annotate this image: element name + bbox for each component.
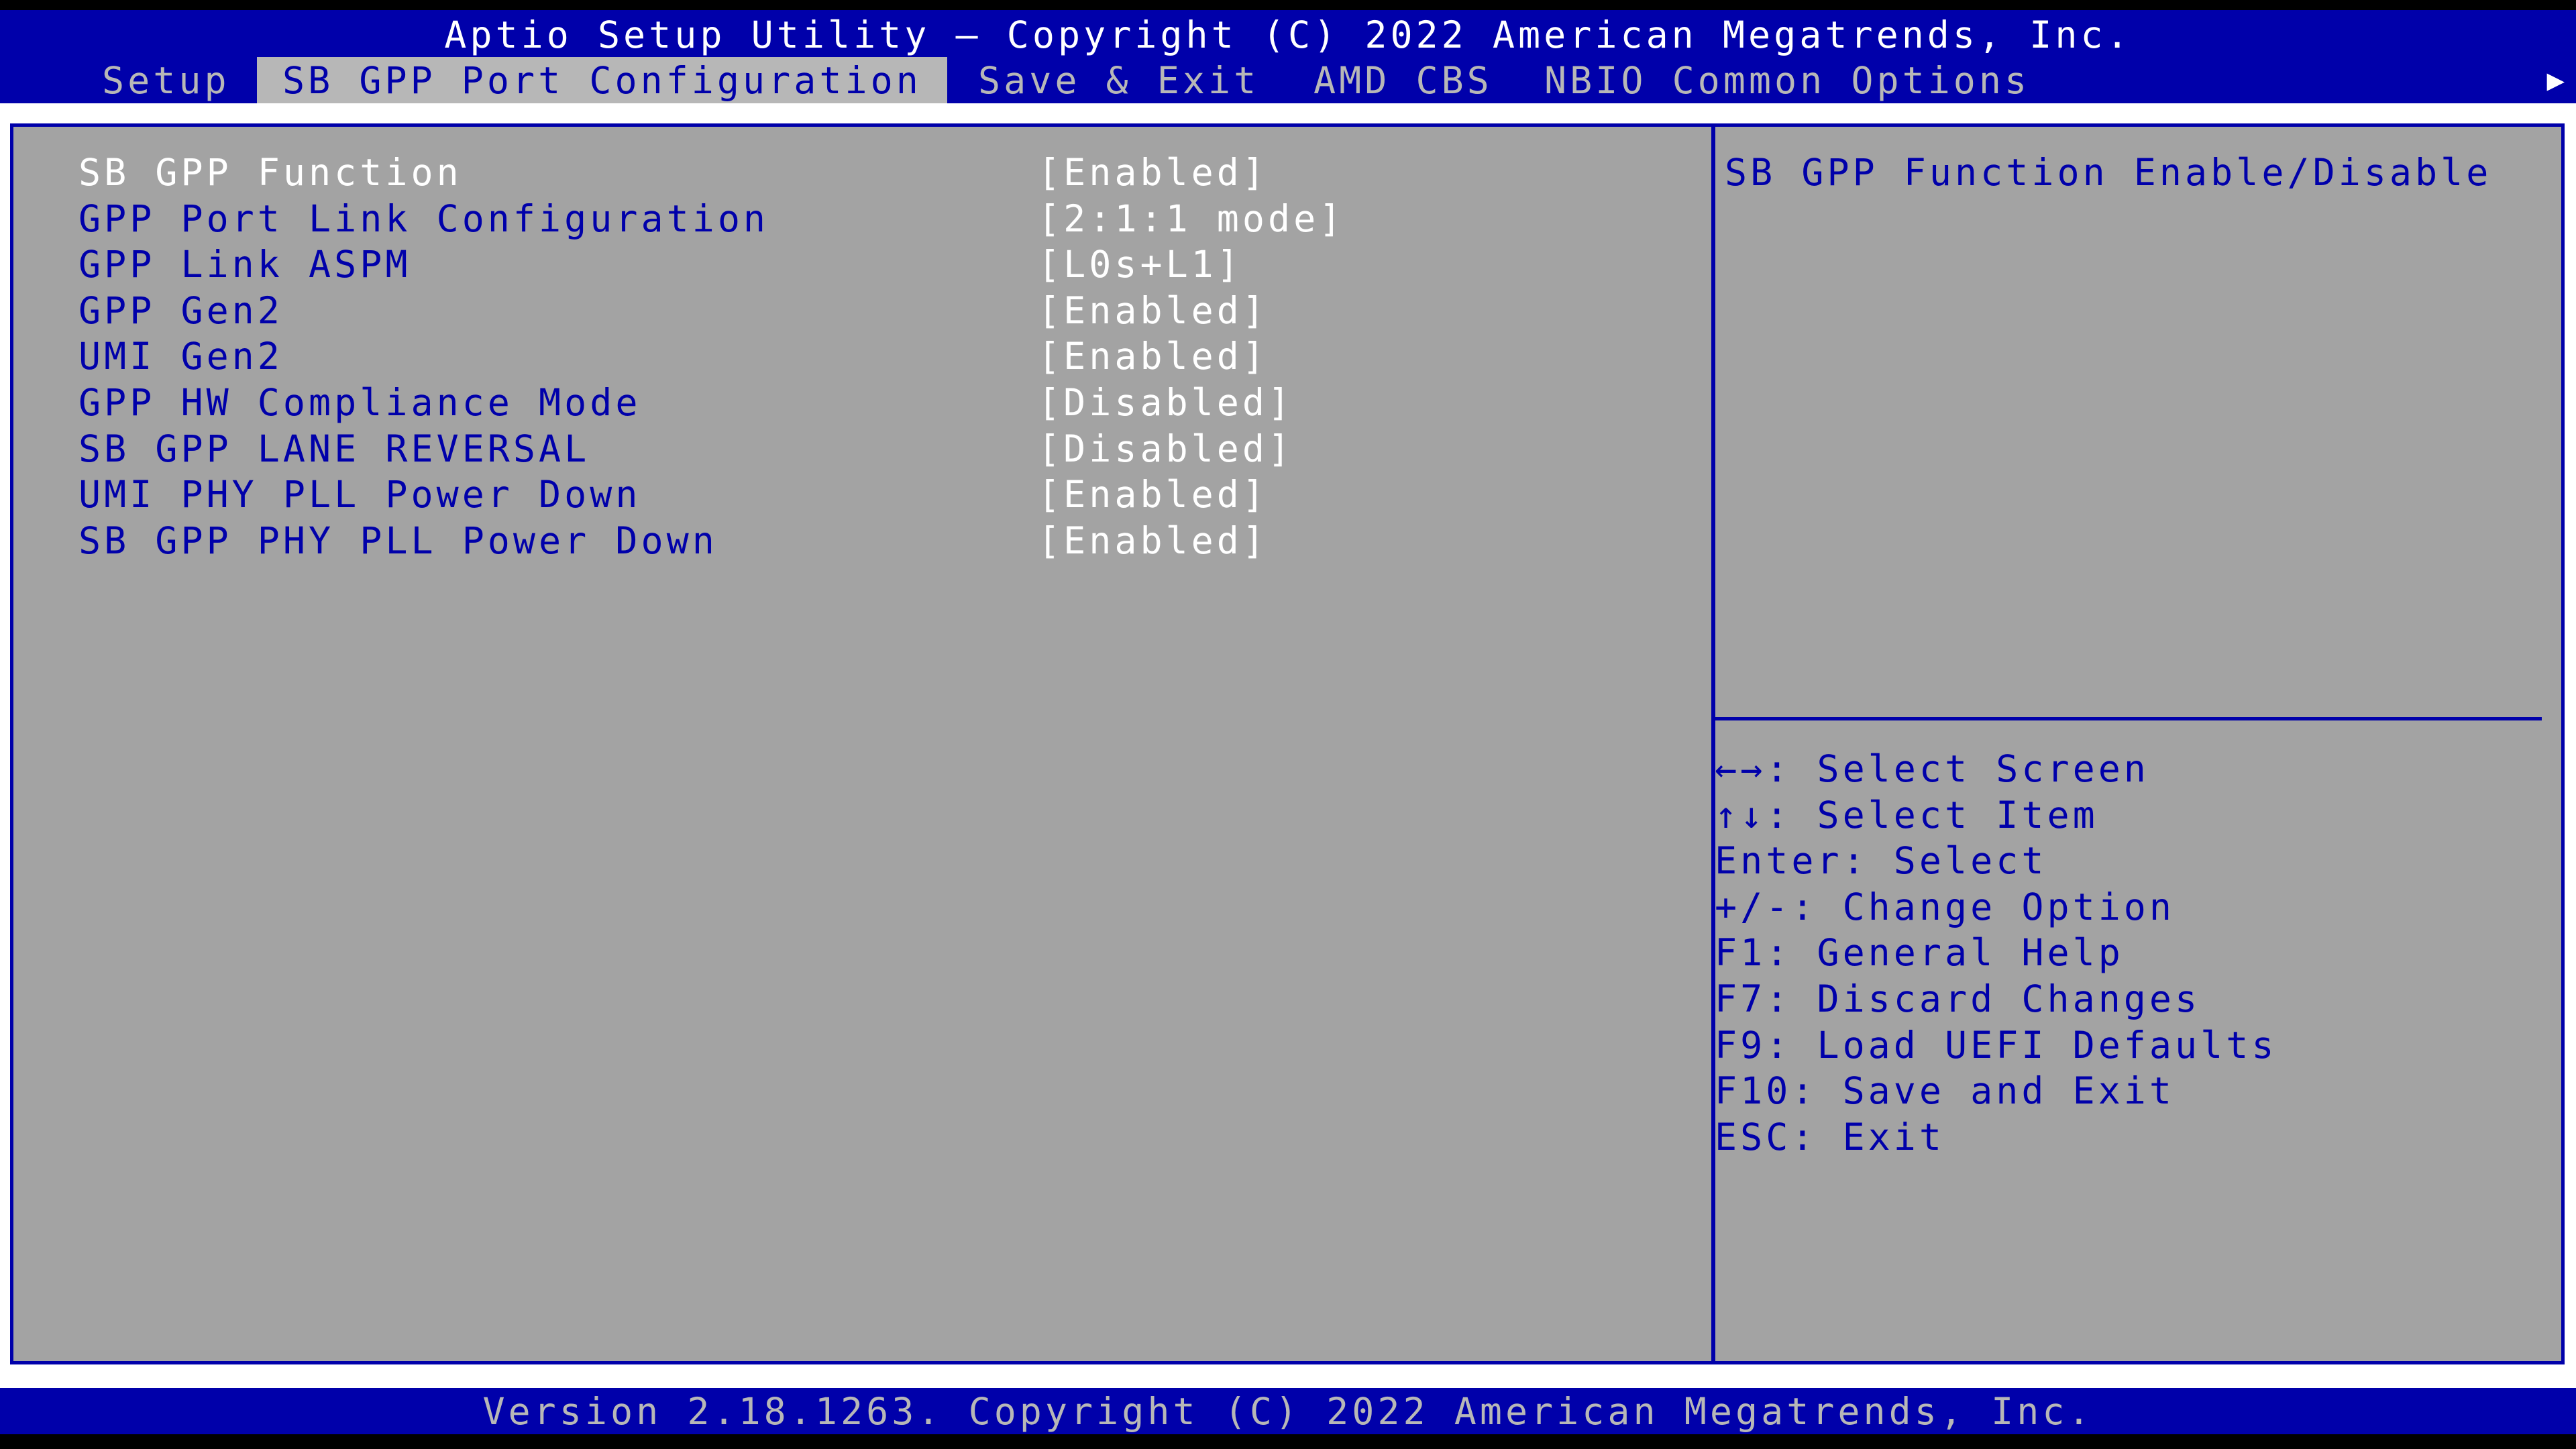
tab-save-exit[interactable]: Save & Exit: [953, 57, 1285, 103]
setting-label: UMI PHY PLL Power Down: [78, 473, 641, 517]
key-hint-discard-changes: F7: Discard Changes: [1715, 977, 2201, 1020]
setting-value[interactable]: [Enabled]: [1038, 472, 1268, 518]
help-divider: [1715, 717, 2542, 720]
body-area: SB GPP Function [Enabled] GPP Port Link …: [0, 103, 2576, 1388]
setting-value[interactable]: [Enabled]: [1038, 333, 1268, 380]
help-description: SB GPP Function Enable/Disable: [1725, 151, 2492, 194]
menu-bar: Setup SB GPP Port Configuration Save & E…: [0, 57, 2576, 103]
more-tabs-arrow-icon[interactable]: ▶: [2547, 57, 2569, 104]
setting-label: SB GPP LANE REVERSAL: [78, 427, 590, 470]
tab-amd-cbs[interactable]: AMD CBS: [1288, 57, 1518, 103]
setting-value[interactable]: [L0s+L1]: [1038, 241, 1242, 288]
settings-list: SB GPP Function [Enabled] GPP Port Link …: [78, 150, 1688, 564]
panel-divider: [1711, 127, 1715, 1361]
main-panel: SB GPP Function [Enabled] GPP Port Link …: [10, 123, 2565, 1364]
setting-value[interactable]: [Enabled]: [1038, 288, 1268, 334]
setting-label: GPP Gen2: [78, 288, 283, 332]
title-bar: Aptio Setup Utility – Copyright (C) 2022…: [0, 10, 2576, 57]
setting-label: UMI Gen2: [78, 335, 283, 378]
key-hint-change-option: +/-: Change Option: [1715, 885, 2176, 928]
key-legend: ←→: Select Screen ↑↓: Select Item Enter:…: [1715, 746, 2277, 1160]
setting-sb-gpp-function[interactable]: SB GPP Function [Enabled]: [78, 150, 1688, 196]
setting-label: GPP Link ASPM: [78, 243, 411, 286]
setting-gpp-hw-compliance-mode[interactable]: GPP HW Compliance Mode [Disabled]: [78, 380, 1688, 426]
key-hint-general-help: F1: General Help: [1715, 931, 2124, 975]
setting-sb-gpp-lane-reversal[interactable]: SB GPP LANE REVERSAL [Disabled]: [78, 426, 1688, 472]
key-hint-enter-select: Enter: Select: [1715, 839, 2047, 883]
setting-label: GPP HW Compliance Mode: [78, 380, 641, 424]
key-hint-save-exit: F10: Save and Exit: [1715, 1069, 2176, 1113]
key-hint-select-screen: ←→: Select Screen: [1715, 747, 2149, 790]
key-hint-load-defaults: F9: Load UEFI Defaults: [1715, 1023, 2277, 1067]
setting-gpp-gen2[interactable]: GPP Gen2 [Enabled]: [78, 288, 1688, 334]
setting-umi-phy-pll-power-down[interactable]: UMI PHY PLL Power Down [Enabled]: [78, 472, 1688, 518]
setting-value[interactable]: [Disabled]: [1038, 426, 1293, 472]
key-hint-select-item: ↑↓: Select Item: [1715, 793, 2098, 837]
tab-setup[interactable]: Setup: [76, 57, 256, 103]
tab-nbio-common-options[interactable]: NBIO Common Options: [1519, 57, 2055, 103]
setting-label: SB GPP PHY PLL Power Down: [78, 519, 718, 562]
setting-gpp-link-aspm[interactable]: GPP Link ASPM [L0s+L1]: [78, 241, 1688, 288]
setting-label: GPP Port Link Configuration: [78, 197, 769, 240]
footer-version: Version 2.18.1263. Copyright (C) 2022 Am…: [0, 1388, 2576, 1434]
setting-label: SB GPP Function: [78, 151, 462, 194]
help-panel: SB GPP Function Enable/Disable: [1725, 150, 2557, 196]
setting-sb-gpp-phy-pll-power-down[interactable]: SB GPP PHY PLL Power Down [Enabled]: [78, 518, 1688, 564]
setting-gpp-port-link-configuration[interactable]: GPP Port Link Configuration [2:1:1 mode]: [78, 196, 1688, 242]
setting-value[interactable]: [Disabled]: [1038, 380, 1293, 426]
key-hint-esc-exit: ESC: Exit: [1715, 1115, 1945, 1159]
setting-value[interactable]: [Enabled]: [1038, 518, 1268, 564]
setting-value[interactable]: [2:1:1 mode]: [1038, 196, 1344, 242]
setting-value[interactable]: [Enabled]: [1038, 150, 1268, 196]
setting-umi-gen2[interactable]: UMI Gen2 [Enabled]: [78, 333, 1688, 380]
tab-sb-gpp-port-configuration[interactable]: SB GPP Port Configuration: [257, 57, 947, 103]
